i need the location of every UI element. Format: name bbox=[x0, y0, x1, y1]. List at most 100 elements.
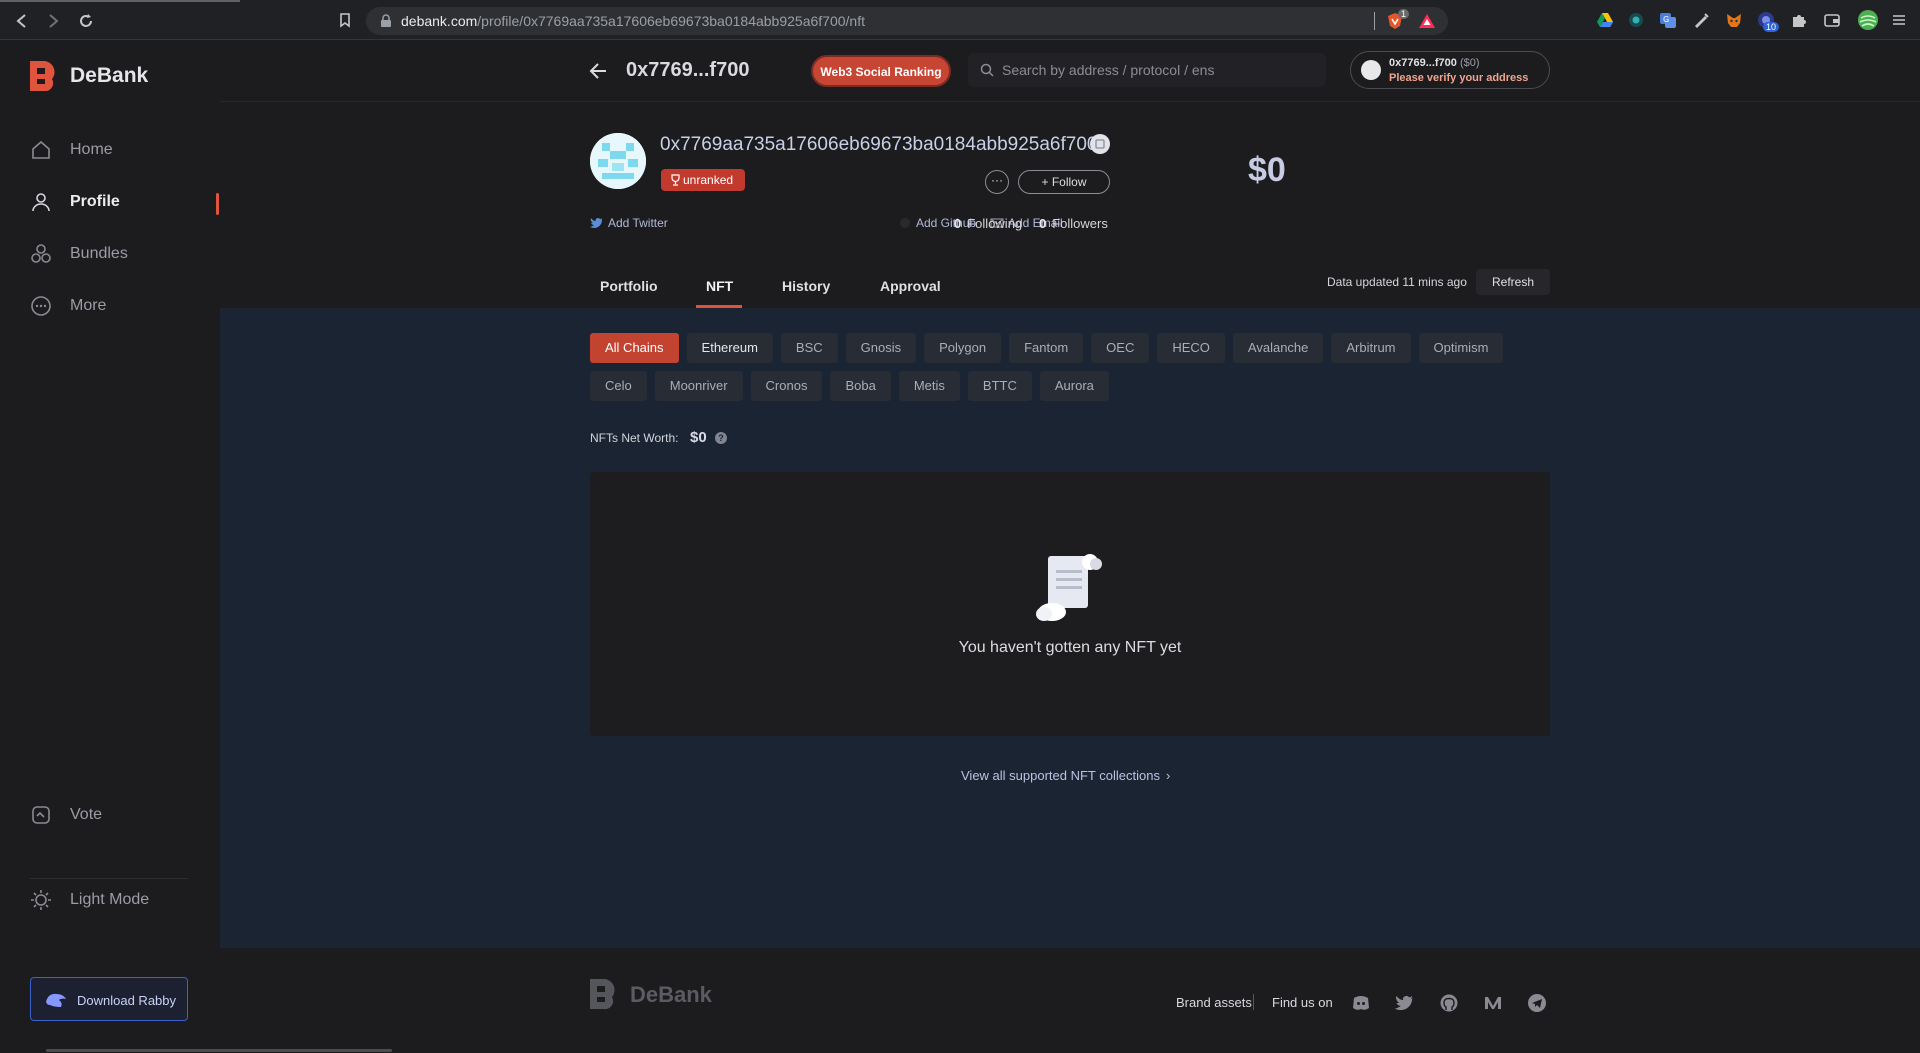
url-text[interactable]: debank.com/profile/0x7769aa735a17606eb69… bbox=[401, 13, 865, 29]
refresh-button[interactable]: Refresh bbox=[1476, 269, 1550, 295]
rank-badge[interactable]: unranked bbox=[661, 169, 745, 191]
find-us-label: Find us on bbox=[1272, 995, 1333, 1010]
chain-chip-moonriver[interactable]: Moonriver bbox=[654, 371, 743, 401]
view-all-collections-link[interactable]: View all supported NFT collections › bbox=[961, 768, 1170, 783]
extension-circle-icon[interactable] bbox=[1627, 11, 1645, 29]
chevron-right-icon: › bbox=[1165, 768, 1171, 783]
profile-avatar-icon[interactable] bbox=[1857, 9, 1879, 31]
chain-chip-celo[interactable]: Celo bbox=[590, 371, 647, 401]
net-worth: $0 bbox=[1248, 151, 1286, 189]
extension-badge: 10 bbox=[1763, 22, 1780, 32]
chain-chip-all-chains[interactable]: All Chains bbox=[590, 333, 679, 363]
chain-chip-bsc[interactable]: BSC bbox=[780, 333, 838, 363]
sidebar-item-vote[interactable]: Vote bbox=[30, 797, 210, 833]
sidebar-divider bbox=[30, 878, 188, 879]
web3-social-ranking-button[interactable]: Web3 Social Ranking bbox=[811, 55, 951, 87]
discord-icon[interactable] bbox=[1351, 993, 1371, 1013]
horizontal-scrollbar[interactable] bbox=[46, 1049, 392, 1052]
vote-icon bbox=[30, 804, 52, 826]
translate-icon[interactable]: G bbox=[1659, 11, 1677, 29]
followers-count: 0 bbox=[1039, 216, 1047, 231]
bookmark-icon[interactable] bbox=[336, 11, 354, 29]
home-icon bbox=[30, 139, 52, 161]
debank-footer-logo-icon bbox=[590, 978, 616, 1010]
full-address: 0x7769aa735a17606eb69673ba0184abb925a6f7… bbox=[660, 134, 1098, 155]
sidebar-item-home[interactable]: Home bbox=[30, 132, 210, 168]
chain-chip-arbitrum[interactable]: Arbitrum bbox=[1331, 333, 1411, 363]
telegram-icon[interactable] bbox=[1527, 993, 1547, 1013]
footer-logo[interactable]: DeBank bbox=[590, 978, 720, 1012]
light-mode-label: Light Mode bbox=[70, 891, 150, 908]
chain-chip-oec[interactable]: OEC bbox=[1091, 333, 1150, 363]
chain-chip-avalanche[interactable]: Avalanche bbox=[1232, 333, 1324, 363]
address-separator bbox=[1374, 12, 1375, 30]
chain-chip-gnosis[interactable]: Gnosis bbox=[845, 333, 917, 363]
tab-nft[interactable]: NFT bbox=[706, 278, 733, 294]
more-options-button[interactable]: ··· bbox=[985, 170, 1009, 194]
copy-icon[interactable] bbox=[1090, 134, 1110, 154]
user-icon bbox=[30, 191, 52, 213]
wallet-icon[interactable] bbox=[1823, 11, 1841, 29]
footer-brand-name: DeBank bbox=[630, 982, 712, 1007]
chain-chip-bttc[interactable]: BTTC bbox=[967, 371, 1032, 401]
chain-chip-polygon[interactable]: Polygon bbox=[924, 333, 1002, 363]
chain-chip-optimism[interactable]: Optimism bbox=[1418, 333, 1504, 363]
chain-chip-heco[interactable]: HECO bbox=[1157, 333, 1225, 363]
header-address: 0x7769...f700 bbox=[626, 59, 750, 81]
back-icon[interactable] bbox=[12, 11, 32, 31]
tab-portfolio[interactable]: Portfolio bbox=[600, 278, 658, 294]
forward-icon[interactable] bbox=[43, 11, 63, 31]
search-box[interactable] bbox=[968, 53, 1326, 87]
medium-icon[interactable] bbox=[1483, 993, 1503, 1013]
debank-logo[interactable]: DeBank bbox=[30, 61, 160, 93]
chain-chip-aurora[interactable]: Aurora bbox=[1039, 371, 1109, 401]
twitter-icon[interactable] bbox=[1395, 993, 1415, 1013]
follow-button[interactable]: + Follow bbox=[1018, 170, 1110, 194]
help-icon[interactable]: ? bbox=[715, 432, 727, 444]
reload-icon[interactable] bbox=[76, 11, 96, 31]
pen-tool-icon[interactable] bbox=[1692, 11, 1710, 29]
web3-social-ranking-label: Web3 Social Ranking bbox=[820, 65, 942, 79]
chain-chip-boba[interactable]: Boba bbox=[830, 371, 891, 401]
rank-label: unranked bbox=[683, 173, 734, 187]
following-count: 0 bbox=[954, 216, 962, 231]
followers-stat[interactable]: 0 Followers bbox=[1039, 216, 1108, 231]
bat-rewards-icon[interactable] bbox=[1418, 12, 1436, 30]
brand-assets-link[interactable]: Brand assets bbox=[1176, 995, 1252, 1010]
chain-chip-metis[interactable]: Metis bbox=[898, 371, 960, 401]
active-indicator bbox=[216, 193, 219, 215]
nft-empty-state: You haven't gotten any NFT yet bbox=[590, 472, 1550, 736]
extensions-puzzle-icon[interactable] bbox=[1790, 11, 1808, 29]
google-drive-icon[interactable] bbox=[1596, 11, 1614, 29]
sidebar-item-bundles[interactable]: Bundles bbox=[30, 236, 210, 272]
chain-chip-cronos[interactable]: Cronos bbox=[750, 371, 823, 401]
tab-approval[interactable]: Approval bbox=[880, 278, 941, 294]
sun-icon bbox=[30, 889, 52, 911]
brand-name: DeBank bbox=[70, 64, 149, 87]
github-icon bbox=[898, 217, 912, 229]
sidebar-item-more[interactable]: More bbox=[30, 288, 210, 324]
tab-history[interactable]: History bbox=[782, 278, 830, 294]
nft-net-worth-value: $0 bbox=[690, 429, 707, 446]
browser-menu-icon[interactable] bbox=[1890, 11, 1908, 29]
arrow-left-icon[interactable] bbox=[588, 60, 610, 82]
download-rabby-button[interactable]: Download Rabby bbox=[30, 977, 188, 1021]
connected-wallet-button[interactable]: 0x7769...f700 ($0) Please verify your ad… bbox=[1350, 51, 1550, 89]
nft-panel: All Chains Ethereum BSC Gnosis Polygon Fantom… bbox=[220, 308, 1920, 948]
followers-label: Followers bbox=[1052, 216, 1108, 231]
chain-chip-fantom[interactable]: Fantom bbox=[1009, 333, 1084, 363]
light-mode-toggle[interactable]: Light Mode bbox=[30, 882, 210, 918]
address-bar[interactable]: debank.com/profile/0x7769aa735a17606eb69… bbox=[366, 7, 1448, 35]
wallet-avatar bbox=[1361, 60, 1381, 80]
chain-chip-ethereum[interactable]: Ethereum bbox=[686, 333, 773, 363]
sidebar-item-label: Home bbox=[70, 141, 113, 158]
following-stat[interactable]: 0 Following bbox=[954, 216, 1022, 231]
more-icon bbox=[30, 295, 52, 317]
sidebar-item-profile[interactable]: Profile bbox=[30, 184, 210, 220]
sidebar-item-label: Vote bbox=[70, 806, 103, 823]
search-input[interactable] bbox=[1002, 60, 1302, 80]
page-header: 0x7769...f700 Web3 Social Ranking 0x7769… bbox=[220, 40, 1920, 102]
metamask-icon[interactable] bbox=[1725, 11, 1743, 29]
github-icon[interactable] bbox=[1439, 993, 1459, 1013]
sidebar-item-label: Profile bbox=[70, 193, 120, 210]
